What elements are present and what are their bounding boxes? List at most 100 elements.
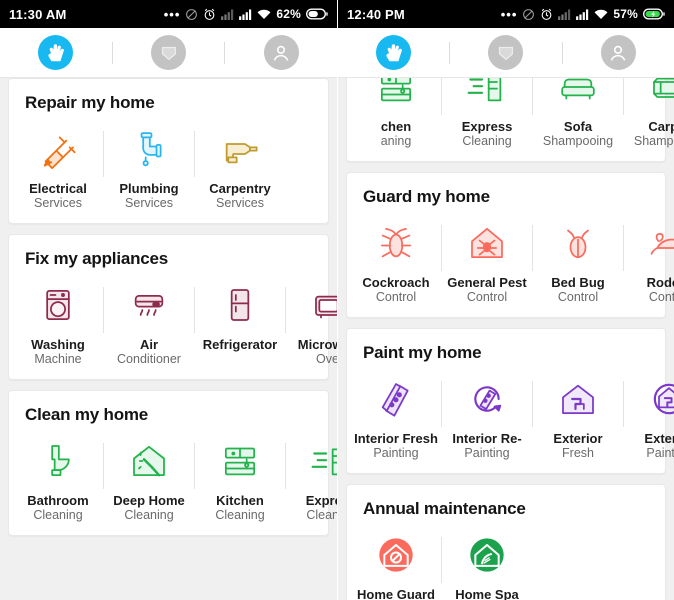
service-tile-sublabel: Oven [316,352,337,366]
sidebar-item-bookings[interactable] [113,28,225,77]
status-time: 12:40 PM [347,6,405,22]
service-tile-row[interactable]: Electrical Services Plumbing Services Carpen… [9,117,328,211]
phone-screen-left: 11:30 AM ••• 62% Repair my home Electric… [0,0,337,600]
service-tile[interactable]: MicrowaveOven [286,279,337,367]
top-tab-bar-left [0,28,337,78]
service-tile-sublabel: Control [375,290,417,304]
paint-swatch-icon [376,373,416,425]
alarm-icon [205,8,215,20]
rodent-icon [649,217,674,269]
service-tile-label: Electrical [29,181,87,196]
service-tile[interactable]: Sofa Shampooing [533,78,623,149]
service-list-right[interactable]: Clean my homechenaningExpressCleaningSof… [338,78,674,600]
section-title: Paint my home [363,343,482,362]
service-tile-label: Sofa [563,119,593,134]
service-tile-label: Rodent [646,275,674,290]
service-tile-sublabel: Cleaning [462,134,512,148]
section-title: Guard my home [363,187,490,206]
drill-icon [220,123,260,175]
service-tile[interactable]: chen aning [351,78,441,149]
service-tile-sublabel: Control [557,290,599,304]
service-tile[interactable]: Home Guard [351,529,441,600]
signal-2-icon [576,8,589,20]
service-tile-sublabel: Cleaning [215,508,265,522]
service-tile-label: Plumbing [119,181,179,196]
status-time: 11:30 AM [9,6,67,22]
wifi-icon [594,9,608,19]
service-tile[interactable]: Refrigerator [195,279,285,352]
service-tile[interactable]: RodentControl [624,217,674,305]
service-tile-sublabel: Fresh [562,446,594,460]
service-tile[interactable]: Kitchen Cleaning [195,435,285,523]
service-tile-label: Express [461,119,513,134]
signal-2-icon [239,8,252,20]
service-tile[interactable]: ExteriorPainting [624,373,674,461]
service-tile[interactable]: Home Spa [442,529,532,600]
air-conditioner-icon [129,279,169,331]
service-tile[interactable]: Air Conditioner [104,279,194,367]
toilet-icon [38,435,78,487]
service-tile-sublabel: Cleaning [33,508,83,522]
sidebar-item-account[interactable] [563,28,674,77]
washing-machine-icon [38,279,78,331]
service-tile-row[interactable]: Cockroach Control General Pest Control Bed B… [347,211,674,305]
sidebar-item-services[interactable] [0,28,112,77]
status-bar-right: 12:40 PM ••• 57% [338,0,674,28]
service-tile[interactable]: Bed Bug Control [533,217,623,305]
service-tile-label: Cockroach [362,275,430,290]
service-tile[interactable]: Exterior Fresh [533,373,623,461]
service-list-left[interactable]: Repair my home Electrical Services Plumbing… [0,78,337,600]
service-tile[interactable]: Interior Fresh Painting [351,373,441,461]
service-tile[interactable]: Interior Re- Painting [442,373,532,461]
service-tile-label: Exterior [644,431,674,446]
service-tile[interactable]: ExpressCleaning [442,78,532,149]
service-tile-label: Interior Fresh [354,431,438,446]
more-dots-icon: ••• [500,6,518,22]
service-tile-row[interactable]: Washing Machine Air Conditioner Refrigerator… [9,273,337,367]
service-tile-sublabel: Services [34,196,82,210]
alarm-icon [542,8,552,20]
service-tile[interactable]: Bathroom Cleaning [13,435,103,523]
service-tile-label: Home Guard [356,587,435,600]
shield-download-icon [488,35,524,70]
sidebar-item-account[interactable] [225,28,337,77]
status-bar-left: 11:30 AM ••• 62% [0,0,337,28]
service-tile[interactable]: Carpentry Services [195,123,285,211]
section-title: Repair my home [25,93,155,112]
service-tile-label: General Pest [447,275,527,290]
service-tile-sublabel: Cleaning [306,508,337,522]
express-clean-icon [311,435,337,487]
service-tile-row[interactable]: Home Guard Home Spa [347,523,665,600]
service-category-card: Repair my home Electrical Services Plumbing… [8,78,329,224]
service-tile[interactable]: General Pest Control [442,217,532,305]
microwave-icon [311,279,337,331]
service-tile-label: Express [305,493,337,508]
sidebar-item-services[interactable] [338,28,449,77]
service-tile-label: Carpet [648,119,674,134]
service-tile-label: Microwave [297,337,337,352]
service-category-card: Clean my homechenaningExpressCleaningSof… [346,78,674,162]
sofa-icon [558,78,598,113]
service-tile[interactable]: ExpressCleaning [286,435,337,523]
service-category-card: Fix my appliances Washing Machine Air Condit… [8,234,337,380]
service-tile[interactable]: Cockroach Control [351,217,441,305]
section-title: Annual maintenance [363,499,526,518]
battery-percent: 57% [613,7,638,21]
home-guard-icon [376,529,416,581]
service-tile-sublabel: Machine [34,352,82,366]
service-tile-row[interactable]: chen aning Express Cleaning Sofa Shampooing Ca… [347,78,674,149]
service-tile-row[interactable]: Bathroom Cleaning Deep Home Cleaning Kitchen… [9,429,337,523]
phone-screen-right: 12:40 PM ••• 57% chen aning Express Clea… [337,0,674,600]
house-brush-icon [129,435,169,487]
service-tile-sublabel: Painting [646,446,674,460]
service-tile[interactable]: Plumbing Services [104,123,194,211]
service-tile-row[interactable]: Interior Fresh Painting Interior Re- Painti… [347,367,674,461]
service-tile-label: Air [139,337,159,352]
service-tile[interactable]: Deep Home Cleaning [104,435,194,523]
mute-icon [186,8,198,20]
service-tile[interactable]: Washing Machine [13,279,103,367]
service-tile[interactable]: Electrical Services [13,123,103,211]
sidebar-item-bookings[interactable] [450,28,561,77]
service-tile[interactable]: CarpetShampooing [624,78,674,149]
service-tile-label: Home Spa [455,587,519,600]
